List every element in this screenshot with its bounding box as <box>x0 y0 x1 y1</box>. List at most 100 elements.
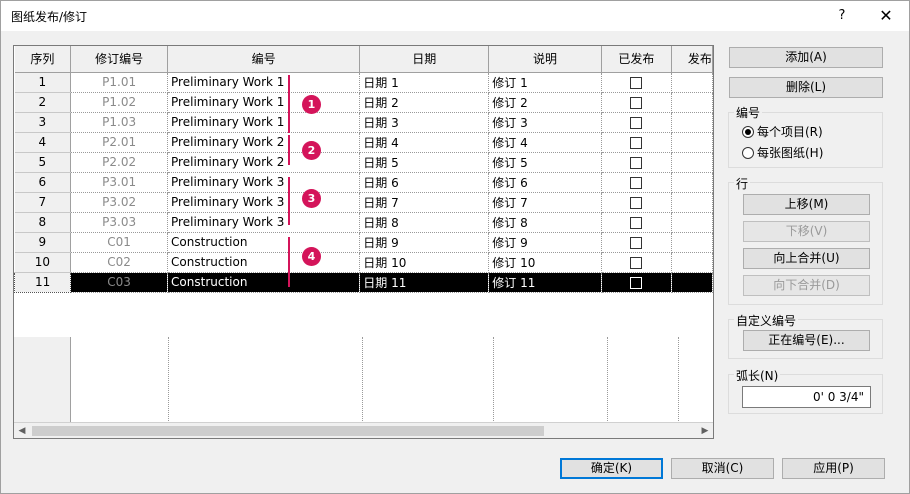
ok-button[interactable]: 确定(K) <box>560 458 663 479</box>
description-cell[interactable]: 修订 7 <box>488 192 602 213</box>
merge-up-button[interactable]: 向上合并(U) <box>743 248 870 269</box>
issued-to-cell[interactable] <box>671 212 713 233</box>
issued-to-cell[interactable] <box>671 272 713 293</box>
table-row[interactable]: 6 P3.01 Preliminary Work 3 日期 6 修订 6 <box>14 172 713 193</box>
numbering-cell[interactable]: Preliminary Work 1 <box>167 112 361 133</box>
table-row[interactable]: 1 P1.01 Preliminary Work 1 日期 1 修订 1 <box>14 72 713 93</box>
revision-number-cell[interactable]: C01 <box>70 232 169 253</box>
row-sequence-cell[interactable]: 2 <box>14 92 72 113</box>
revision-number-cell[interactable]: P1.01 <box>70 72 169 93</box>
scrollbar-thumb[interactable] <box>32 426 544 436</box>
table-row[interactable]: 7 P3.02 Preliminary Work 3 日期 7 修订 7 <box>14 192 713 213</box>
revision-number-cell[interactable]: P3.01 <box>70 172 169 193</box>
issued-checkbox[interactable] <box>630 76 643 89</box>
revision-number-cell[interactable]: P1.02 <box>70 92 169 113</box>
issued-to-cell[interactable] <box>671 112 713 133</box>
table-row[interactable]: 11 C03 Construction 日期 11 修订 11 <box>14 271 713 293</box>
issued-checkbox[interactable] <box>630 276 643 289</box>
description-cell[interactable]: 修订 6 <box>488 172 602 193</box>
numbering-cell[interactable]: Construction <box>167 232 361 253</box>
header-sequence[interactable]: 序列 <box>14 46 72 73</box>
numbering-cell[interactable]: Preliminary Work 1 <box>167 92 361 113</box>
table-row[interactable]: 3 P1.03 Preliminary Work 1 日期 3 修订 3 <box>14 112 713 133</box>
row-sequence-cell[interactable]: 3 <box>14 112 72 133</box>
description-cell[interactable]: 修订 2 <box>488 92 602 113</box>
description-cell[interactable]: 修订 9 <box>488 232 602 253</box>
numbering-cell[interactable]: Construction <box>167 272 361 293</box>
issued-to-cell[interactable] <box>671 72 713 93</box>
numbering-cell[interactable]: Preliminary Work 3 <box>167 192 361 213</box>
table-row[interactable]: 5 P2.02 Preliminary Work 2 日期 5 修订 5 <box>14 152 713 173</box>
description-cell[interactable]: 修订 1 <box>488 72 602 93</box>
table-row[interactable]: 2 P1.02 Preliminary Work 1 日期 2 修订 2 <box>14 92 713 113</box>
row-sequence-cell[interactable]: 9 <box>14 232 72 253</box>
arc-length-field[interactable]: 0' 0 3/4" <box>742 386 871 408</box>
issued-to-cell[interactable] <box>671 232 713 253</box>
delete-button[interactable]: 删除(L) <box>729 77 883 98</box>
per-project-radio[interactable]: 每个项目(R) <box>742 124 823 140</box>
row-sequence-cell[interactable]: 1 <box>14 72 72 93</box>
revision-number-cell[interactable]: C03 <box>70 272 169 293</box>
row-sequence-cell[interactable]: 7 <box>14 192 72 213</box>
header-date[interactable]: 日期 <box>359 46 490 73</box>
issued-to-cell[interactable] <box>671 252 713 273</box>
numbering-cell[interactable]: Construction <box>167 252 361 273</box>
revision-number-cell[interactable]: P3.02 <box>70 192 169 213</box>
header-numbering[interactable]: 编号 <box>167 46 361 73</box>
issued-checkbox[interactable] <box>630 136 643 149</box>
revisions-grid[interactable]: 序列 修订编号 编号 日期 说明 已发布 发布 1 P1.01 Preliminar… <box>13 45 714 439</box>
revision-number-cell[interactable]: C02 <box>70 252 169 273</box>
revision-number-cell[interactable]: P1.03 <box>70 112 169 133</box>
row-sequence-cell[interactable]: 11 <box>14 271 72 293</box>
scroll-right-arrow-icon[interactable]: ▶ <box>697 423 713 438</box>
scroll-left-arrow-icon[interactable]: ◀ <box>14 423 30 438</box>
date-cell[interactable]: 日期 7 <box>359 192 490 213</box>
radio-unselected-icon[interactable] <box>742 147 754 159</box>
merge-down-button[interactable]: 向下合并(D) <box>743 275 870 296</box>
per-sheet-radio[interactable]: 每张图纸(H) <box>742 145 823 161</box>
row-sequence-cell[interactable]: 6 <box>14 172 72 193</box>
description-cell[interactable]: 修订 8 <box>488 212 602 233</box>
close-button[interactable]: ✕ <box>871 5 901 27</box>
header-revision-number[interactable]: 修订编号 <box>70 46 169 73</box>
issued-checkbox[interactable] <box>630 256 643 269</box>
table-row[interactable]: 4 P2.01 Preliminary Work 2 日期 4 修订 4 <box>14 132 713 153</box>
move-up-button[interactable]: 上移(M) <box>743 194 870 215</box>
date-cell[interactable]: 日期 10 <box>359 252 490 273</box>
row-sequence-cell[interactable]: 10 <box>14 252 72 273</box>
issued-to-cell[interactable] <box>671 132 713 153</box>
revision-number-cell[interactable]: P3.03 <box>70 212 169 233</box>
add-button[interactable]: 添加(A) <box>729 47 883 68</box>
issued-checkbox[interactable] <box>630 176 643 189</box>
description-cell[interactable]: 修订 11 <box>488 272 602 293</box>
numbering-cell[interactable]: Preliminary Work 2 <box>167 132 361 153</box>
revision-number-cell[interactable]: P2.02 <box>70 152 169 173</box>
issued-to-cell[interactable] <box>671 172 713 193</box>
row-sequence-cell[interactable]: 4 <box>14 132 72 153</box>
issued-checkbox[interactable] <box>630 236 643 249</box>
numbering-cell[interactable]: Preliminary Work 3 <box>167 212 361 233</box>
numbering-settings-button[interactable]: 正在编号(E)... <box>743 330 870 351</box>
issued-to-cell[interactable] <box>671 192 713 213</box>
numbering-cell[interactable]: Preliminary Work 2 <box>167 152 361 173</box>
horizontal-scrollbar[interactable]: ◀ ▶ <box>14 422 713 438</box>
issued-checkbox[interactable] <box>630 196 643 209</box>
table-row[interactable]: 10 C02 Construction 日期 10 修订 10 <box>14 252 713 273</box>
description-cell[interactable]: 修订 3 <box>488 112 602 133</box>
issued-checkbox[interactable] <box>630 216 643 229</box>
header-issued[interactable]: 已发布 <box>601 46 672 73</box>
issued-to-cell[interactable] <box>671 152 713 173</box>
date-cell[interactable]: 日期 2 <box>359 92 490 113</box>
radio-selected-icon[interactable] <box>742 126 754 138</box>
move-down-button[interactable]: 下移(V) <box>743 221 870 242</box>
numbering-cell[interactable]: Preliminary Work 3 <box>167 172 361 193</box>
cancel-button[interactable]: 取消(C) <box>671 458 774 479</box>
date-cell[interactable]: 日期 9 <box>359 232 490 253</box>
description-cell[interactable]: 修订 5 <box>488 152 602 173</box>
table-row[interactable]: 8 P3.03 Preliminary Work 3 日期 8 修订 8 <box>14 212 713 233</box>
issued-checkbox[interactable] <box>630 156 643 169</box>
help-button[interactable]: ? <box>827 5 857 27</box>
description-cell[interactable]: 修订 4 <box>488 132 602 153</box>
apply-button[interactable]: 应用(P) <box>782 458 885 479</box>
description-cell[interactable]: 修订 10 <box>488 252 602 273</box>
